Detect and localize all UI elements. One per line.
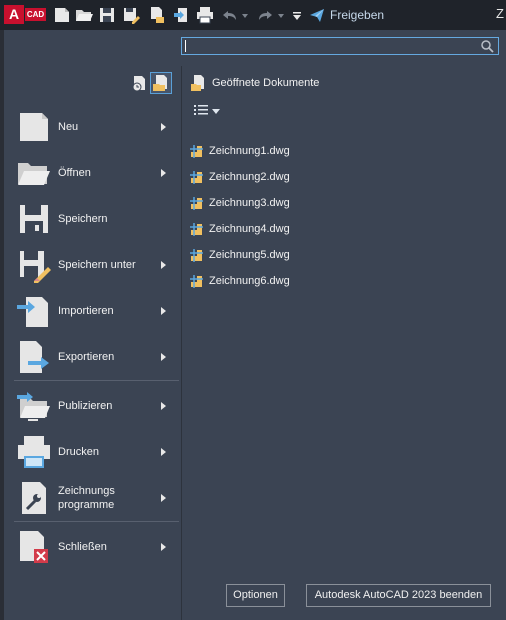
dwg-file-icon: [190, 248, 203, 262]
dwg-file-icon: [190, 144, 203, 158]
paper-plane-icon: [310, 9, 324, 22]
quick-access-toolbar: A CAD Freigeben Z: [0, 0, 506, 30]
import-icon[interactable]: [172, 5, 192, 25]
text-caret: [185, 40, 186, 52]
submenu-arrow-icon: [161, 543, 166, 551]
document-name: Zeichnung1.dwg: [209, 145, 290, 157]
menu-divider: [14, 521, 179, 522]
search-icon[interactable]: [480, 39, 495, 54]
menu-item-open[interactable]: Öffnen: [16, 151, 179, 195]
list-item[interactable]: Zeichnung6.dwg: [189, 271, 290, 291]
dwg-file-icon: [190, 196, 203, 210]
app-logo-letter: A: [4, 5, 24, 24]
open-documents-icon: [153, 75, 167, 91]
menu-label-publish: Publizieren: [58, 400, 113, 412]
share-label: Freigeben: [330, 8, 385, 22]
document-name: Zeichnung4.dwg: [209, 223, 290, 235]
menu-label-save: Speichern: [58, 213, 108, 225]
menu-item-export[interactable]: Exportieren: [16, 335, 179, 379]
printer-icon: [18, 436, 50, 468]
menu-item-save-as[interactable]: Speichern unter: [16, 243, 179, 287]
open-documents-title: Geöffnete Dokumente: [212, 77, 320, 89]
save-icon[interactable]: [97, 5, 117, 25]
menu-item-publish[interactable]: Publizieren: [16, 384, 179, 428]
list-item[interactable]: Zeichnung3.dwg: [189, 193, 290, 213]
view-list-icon[interactable]: [193, 102, 223, 118]
submenu-arrow-icon: [161, 353, 166, 361]
save-disk-icon: [20, 205, 48, 233]
folder-open-icon: [18, 163, 50, 185]
document-name: Zeichnung2.dwg: [209, 171, 290, 183]
customize-toolbar-icon[interactable]: [290, 5, 304, 25]
submenu-arrow-icon: [161, 448, 166, 456]
menu-label-import: Importieren: [58, 305, 114, 317]
submenu-arrow-icon: [161, 123, 166, 131]
new-document-icon: [20, 113, 48, 141]
document-view-toggle: [131, 72, 173, 94]
title-fragment: Z: [496, 6, 504, 21]
menu-item-import[interactable]: Importieren: [16, 289, 179, 333]
application-menu-button[interactable]: A CAD: [4, 5, 46, 24]
list-item[interactable]: Zeichnung5.dwg: [189, 245, 290, 265]
document-name: Zeichnung6.dwg: [209, 275, 290, 287]
menu-item-drawing-utilities[interactable]: Zeichnungs programme: [16, 476, 179, 520]
undo-dropdown-icon[interactable]: [240, 5, 250, 25]
save-as-icon[interactable]: [121, 5, 141, 25]
list-item[interactable]: Zeichnung2.dwg: [189, 167, 290, 187]
document-name: Zeichnung5.dwg: [209, 249, 290, 261]
open-documents-header: Geöffnete Dokumente: [190, 74, 319, 92]
options-button[interactable]: Optionen: [226, 584, 285, 607]
submenu-arrow-icon: [161, 307, 166, 315]
list-item[interactable]: Zeichnung1.dwg: [189, 141, 290, 161]
menu-item-new[interactable]: Neu: [16, 105, 179, 149]
menu-label-close: Schließen: [58, 541, 107, 553]
submenu-arrow-icon: [161, 494, 166, 502]
redo-icon[interactable]: [255, 5, 275, 25]
undo-icon[interactable]: [220, 5, 240, 25]
menu-item-close[interactable]: Schließen: [16, 525, 179, 569]
menu-label-open: Öffnen: [58, 167, 91, 179]
open-documents-toggle[interactable]: [150, 72, 172, 94]
submenu-arrow-icon: [161, 402, 166, 410]
import-arrow-icon: [17, 297, 48, 327]
menu-label-export: Exportieren: [58, 351, 115, 363]
submenu-arrow-icon: [161, 169, 166, 177]
recent-documents-icon[interactable]: [131, 74, 149, 92]
search-input[interactable]: [181, 37, 499, 55]
open-documents-header-icon: [191, 75, 204, 91]
document-name: Zeichnung3.dwg: [209, 197, 290, 209]
publish-folder-icon: [17, 392, 50, 421]
menu-label-drawing-utilities: Zeichnungs programme: [58, 485, 115, 511]
menu-label-print: Drucken: [58, 446, 99, 458]
wrench-document-icon: [22, 482, 46, 514]
app-logo-sub: CAD: [24, 8, 46, 21]
menu-label-save-as: Speichern unter: [58, 259, 136, 271]
share-button[interactable]: Freigeben: [309, 5, 384, 25]
submenu-arrow-icon: [161, 261, 166, 269]
dwg-file-icon: [190, 170, 203, 184]
redo-dropdown-icon[interactable]: [276, 5, 286, 25]
dwg-file-icon: [190, 222, 203, 236]
open-icon[interactable]: [74, 5, 94, 25]
export-arrow-icon: [20, 341, 49, 373]
exit-autocad-button[interactable]: Autodesk AutoCAD 2023 beenden: [306, 584, 491, 607]
new-icon[interactable]: [52, 5, 72, 25]
menu-divider: [14, 380, 179, 381]
menu-item-save[interactable]: Speichern: [16, 197, 179, 241]
menu-label-new: Neu: [58, 121, 79, 133]
open-from-web-icon[interactable]: [147, 5, 167, 25]
menu-item-print[interactable]: Drucken: [16, 430, 179, 474]
dwg-file-icon: [190, 274, 203, 288]
close-document-icon: [20, 531, 48, 563]
list-item[interactable]: Zeichnung4.dwg: [189, 219, 290, 239]
print-icon[interactable]: [195, 5, 215, 25]
save-as-icon: [20, 251, 51, 283]
